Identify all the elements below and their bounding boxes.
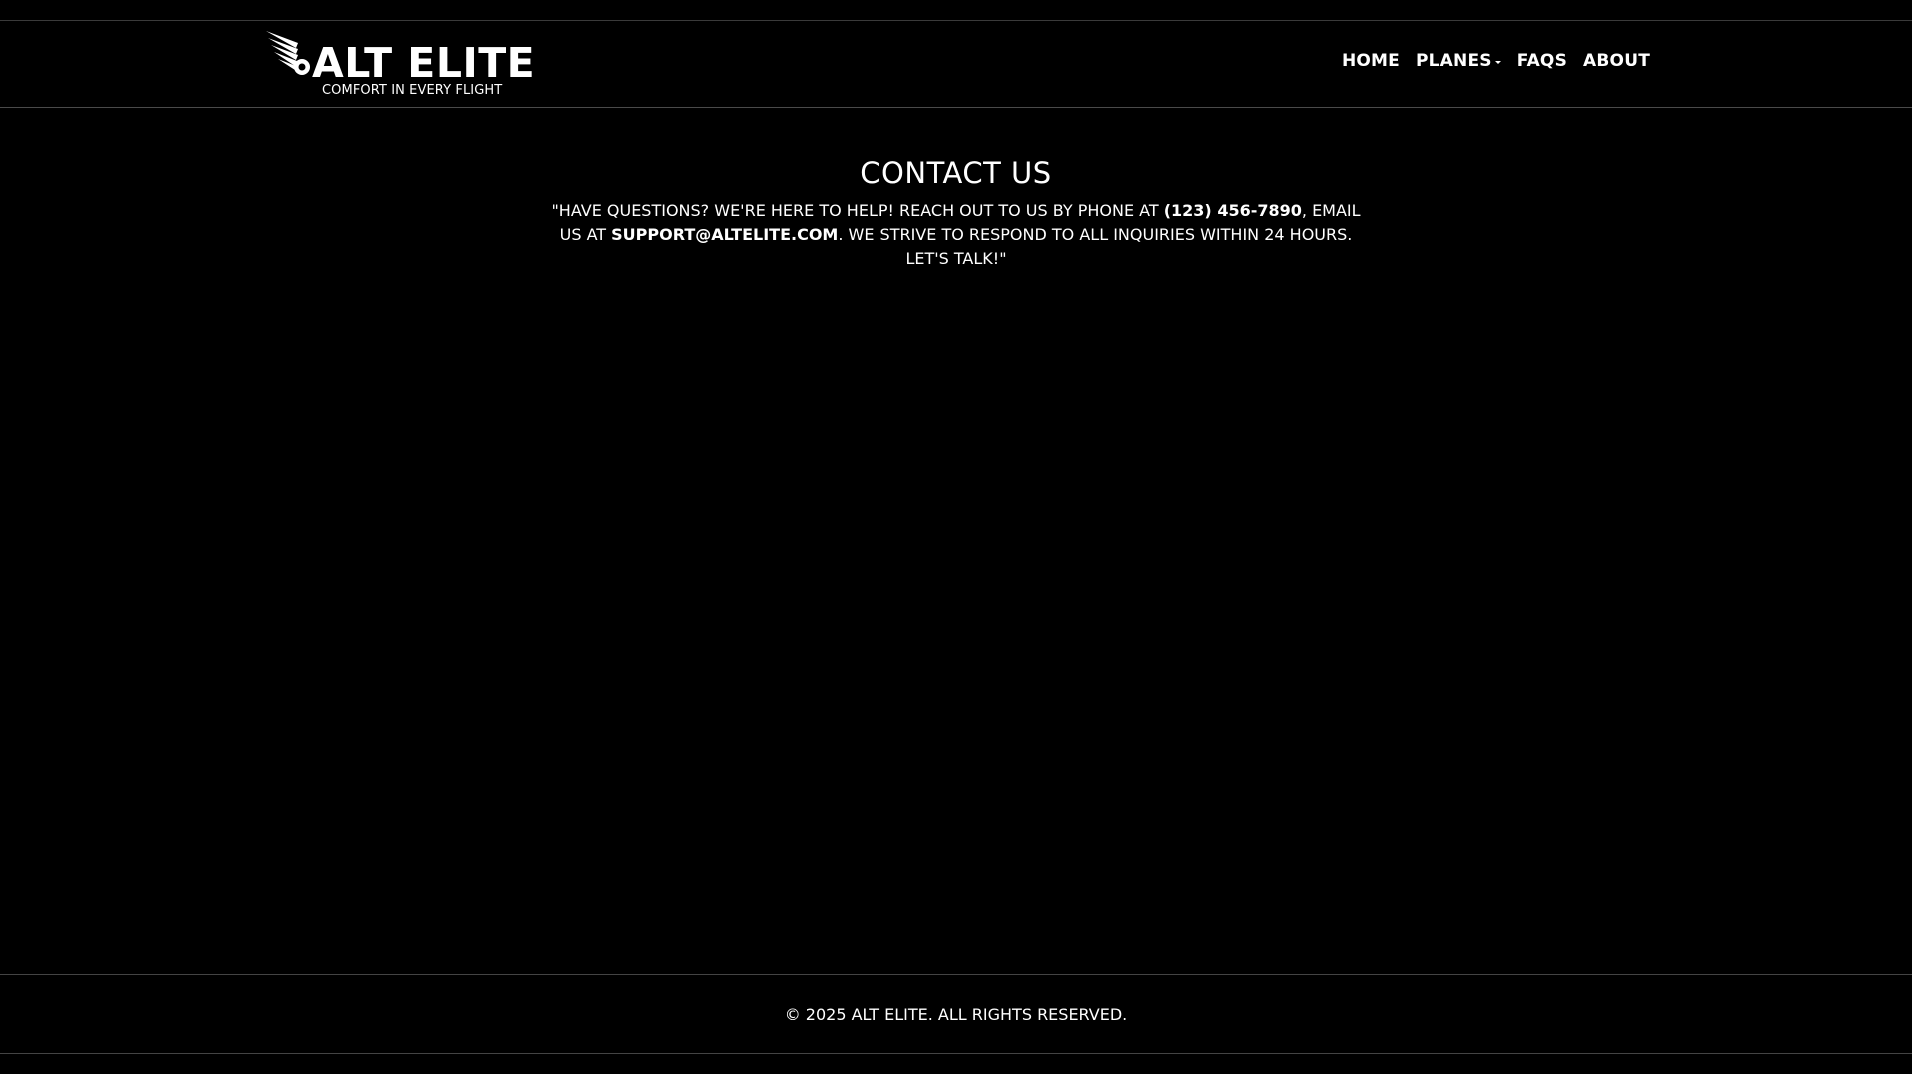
brand-tagline: COMFORT IN EVERY FLIGHT bbox=[322, 83, 503, 98]
chevron-down-icon bbox=[1494, 61, 1501, 64]
site-footer: © 2025 ALT ELITE. ALL RIGHTS RESERVED. bbox=[0, 975, 1912, 1053]
nav-planes-label: PLANES bbox=[1415, 51, 1492, 71]
footer-divider-bottom bbox=[0, 1053, 1912, 1054]
brand-name: ALT ELITE bbox=[312, 39, 536, 87]
contact-intro: "HAVE QUESTIONS? WE'RE HERE TO HELP! REA… bbox=[546, 199, 1366, 271]
site-header: ALT ELITE COMFORT IN EVERY FLIGHT HOME P… bbox=[0, 21, 1912, 107]
nav-home[interactable]: HOME bbox=[1342, 51, 1400, 71]
main-content: CONTACT US "HAVE QUESTIONS? WE'RE HERE T… bbox=[0, 108, 1912, 271]
email-link[interactable]: SUPPORT@ALTELITE.COM bbox=[611, 225, 838, 244]
contact-text-3: . WE STRIVE TO RESPOND TO ALL INQUIRIES … bbox=[838, 224, 1353, 268]
logo-link[interactable]: ALT ELITE COMFORT IN EVERY FLIGHT bbox=[264, 29, 535, 98]
nav-faqs[interactable]: FAQS bbox=[1517, 51, 1567, 71]
page: ALT ELITE COMFORT IN EVERY FLIGHT HOME P… bbox=[0, 0, 1912, 1074]
contact-text-1: "HAVE QUESTIONS? WE'RE HERE TO HELP! REA… bbox=[551, 200, 1164, 220]
nav-about-label: ABOUT bbox=[1583, 51, 1650, 71]
page-title: CONTACT US bbox=[860, 156, 1052, 190]
nav-faqs-label: FAQS bbox=[1516, 51, 1568, 71]
nav-planes[interactable]: PLANES bbox=[1416, 51, 1501, 71]
copyright-text: © 2025 ALT ELITE. ALL RIGHTS RESERVED. bbox=[784, 1004, 1128, 1024]
main-nav: HOME PLANES FAQS ABOUT bbox=[1342, 51, 1650, 71]
nav-about[interactable]: ABOUT bbox=[1583, 51, 1650, 71]
phone-link[interactable]: (123) 456-7890 bbox=[1164, 201, 1302, 220]
nav-home-label: HOME bbox=[1341, 51, 1400, 71]
